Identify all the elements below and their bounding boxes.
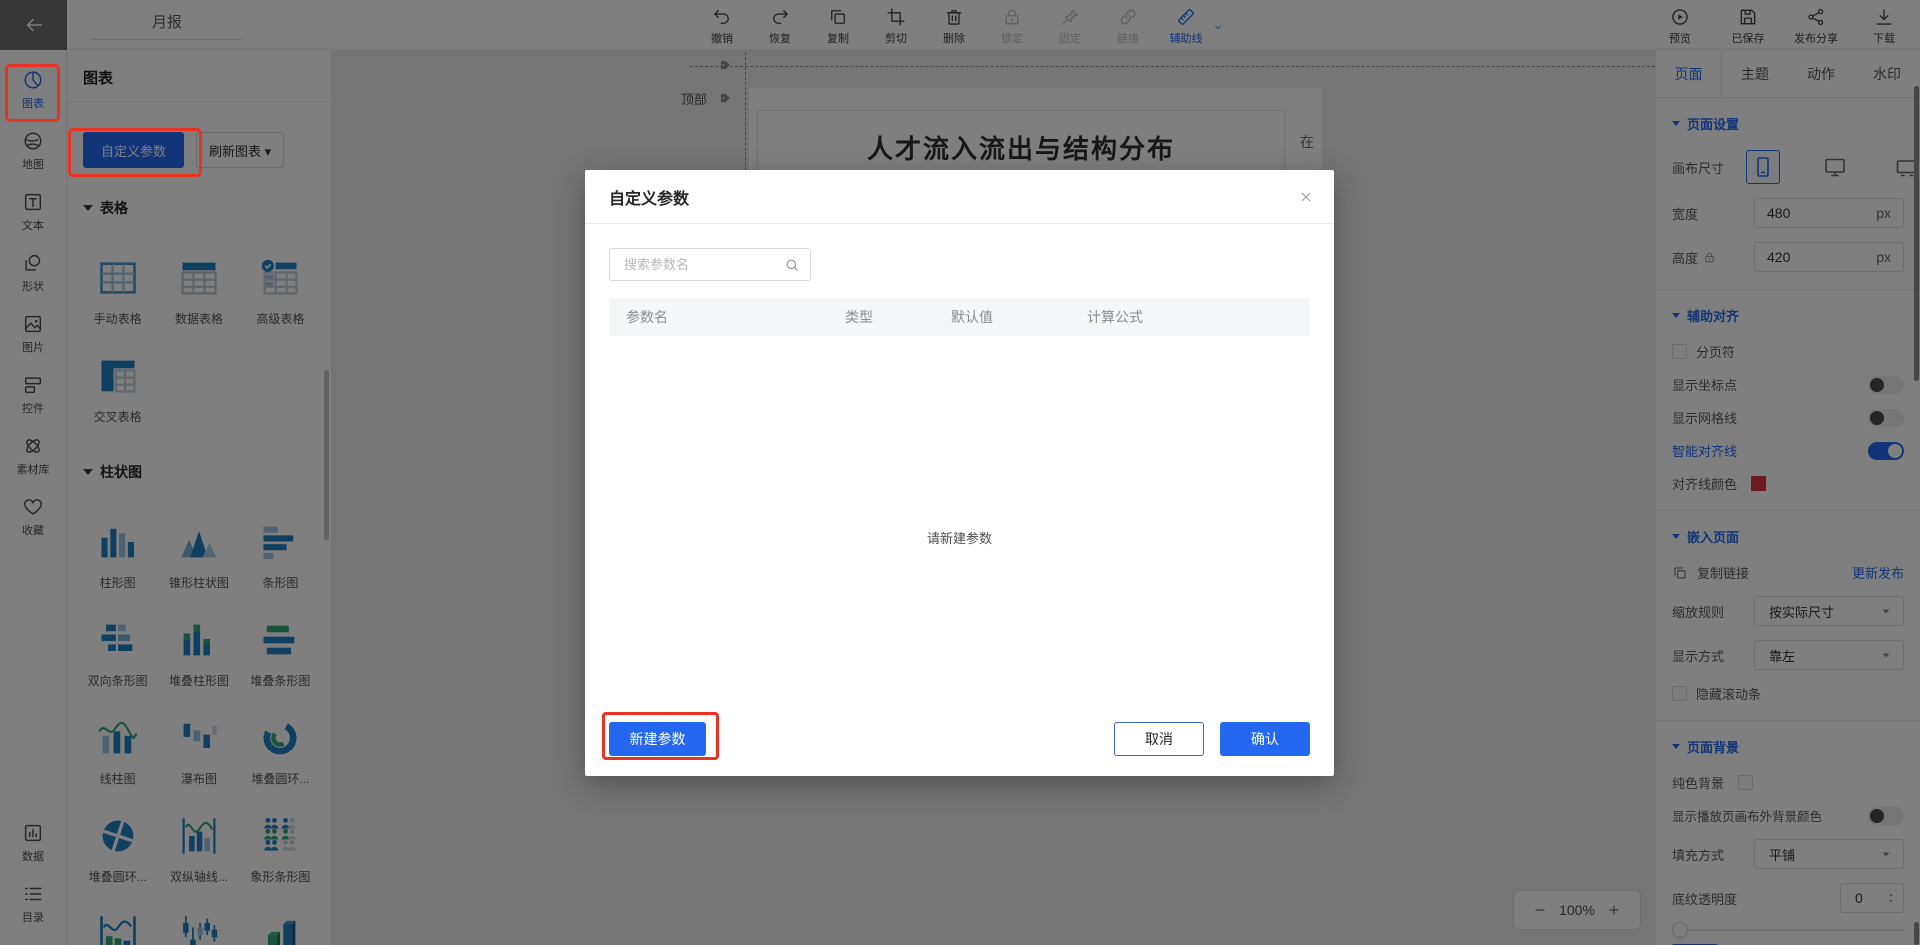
modal-title: 自定义参数 bbox=[609, 190, 690, 208]
column-header: 参数名 bbox=[626, 309, 668, 325]
empty-state-text: 请新建参数 bbox=[926, 531, 992, 546]
custom-params-modal: 自定义参数 参数名 类型 默认值 计算公式 请新建参数 新建参数 取消 确认 bbox=[585, 170, 1334, 776]
new-param-button[interactable]: 新建参数 bbox=[609, 722, 706, 756]
column-header: 计算公式 bbox=[1087, 309, 1143, 325]
cancel-button[interactable]: 取消 bbox=[1114, 722, 1204, 756]
column-header: 类型 bbox=[845, 309, 873, 325]
app: 月报 撤销 恢复 复制 剪切 删除 锁定 固定 链接 辅助线 bbox=[0, 0, 1920, 945]
column-header: 默认值 bbox=[951, 309, 993, 325]
close-icon[interactable] bbox=[1298, 189, 1314, 205]
modal-header: 自定义参数 bbox=[585, 170, 1334, 224]
confirm-button[interactable]: 确认 bbox=[1220, 722, 1310, 756]
modal-footer: 新建参数 取消 确认 bbox=[609, 722, 1310, 756]
param-search-box bbox=[609, 248, 811, 281]
search-icon[interactable] bbox=[784, 257, 800, 273]
param-table-header: 参数名 类型 默认值 计算公式 bbox=[609, 298, 1310, 336]
param-search-input[interactable] bbox=[622, 256, 784, 273]
